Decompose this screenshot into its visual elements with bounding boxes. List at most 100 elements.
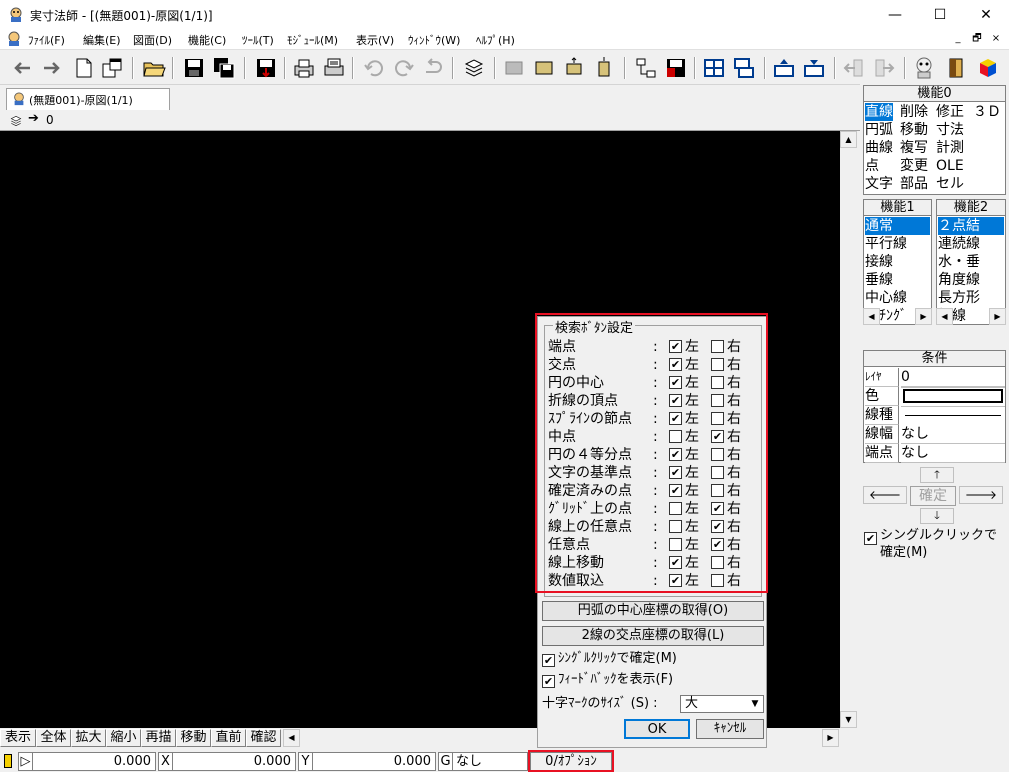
menu-help[interactable]: ﾍﾙﾌﾟ(H) — [476, 32, 515, 48]
left-button-checkbox[interactable]: ✔ — [669, 376, 682, 389]
confirm-button[interactable]: 確定 — [910, 486, 956, 506]
func2-item[interactable]: 連続線 — [938, 235, 1004, 253]
new-window-icon[interactable] — [100, 56, 124, 80]
close-button[interactable]: ✕ — [963, 0, 1009, 30]
func2-scroll-right-icon[interactable]: ▶ — [989, 308, 1006, 325]
minimize-button[interactable]: — — [872, 0, 918, 30]
view-zoom-in-button[interactable]: 拡大 — [71, 729, 106, 747]
mdi-close-button[interactable]: × — [988, 32, 1004, 47]
helper-character-icon[interactable] — [912, 56, 936, 80]
export-icon[interactable] — [254, 56, 278, 80]
right-button-checkbox[interactable] — [711, 358, 724, 371]
vertical-scrollbar[interactable]: ▲ ▼ — [840, 131, 857, 728]
function0-item[interactable]: 文字 — [865, 175, 893, 193]
hscroll-right-icon[interactable]: ▶ — [822, 729, 839, 747]
repeat-icon[interactable] — [422, 56, 446, 80]
scroll-up-icon[interactable]: ▲ — [840, 131, 857, 148]
menu-tool[interactable]: ﾂｰﾙ(T) — [242, 32, 274, 48]
left-button-checkbox[interactable] — [669, 430, 682, 443]
move-up-icon[interactable] — [772, 56, 796, 80]
condition-value[interactable]: 0 — [901, 368, 1005, 387]
move-down-icon[interactable] — [802, 56, 826, 80]
left-button-checkbox[interactable]: ✔ — [669, 340, 682, 353]
func2-item[interactable]: 長方形 — [938, 289, 1004, 307]
single-click-option-checkbox[interactable]: ✔ — [542, 654, 555, 667]
left-button-checkbox[interactable]: ✔ — [669, 412, 682, 425]
layers-icon[interactable] — [8, 114, 24, 131]
export-arrow-icon[interactable] — [872, 56, 896, 80]
maximize-button[interactable]: ☐ — [917, 0, 963, 30]
right-button-checkbox[interactable]: ✔ — [711, 430, 724, 443]
sheet-icon[interactable] — [532, 56, 556, 80]
linetype-value[interactable] — [901, 406, 1005, 416]
view-check-button[interactable]: 確認 — [246, 729, 281, 747]
forward-arrow-icon[interactable] — [40, 56, 64, 80]
undo-icon[interactable] — [362, 56, 386, 80]
menu-module[interactable]: ﾓｼﾞｭｰﾙ(M) — [287, 32, 338, 48]
view-all-button[interactable]: 全体 — [36, 729, 71, 747]
sheet-expand-icon[interactable] — [562, 56, 586, 80]
function0-item[interactable]: 寸法 — [936, 121, 964, 139]
left-button-checkbox[interactable]: ✔ — [669, 574, 682, 587]
menu-window[interactable]: ｳｨﾝﾄﾞｳ(W) — [408, 32, 460, 48]
arrow-right-button[interactable]: 🡒 — [959, 486, 1003, 504]
cross-size-select[interactable]: 大 ▼ — [680, 695, 764, 713]
left-button-checkbox[interactable]: ✔ — [669, 394, 682, 407]
func2-item[interactable]: 水・垂 — [938, 253, 1004, 271]
function0-item[interactable]: 円弧 — [865, 121, 893, 139]
3d-cube-icon[interactable] — [976, 56, 1000, 80]
save-all-icon[interactable] — [212, 56, 236, 80]
single-click-checkbox[interactable]: ✔ — [864, 532, 877, 545]
function0-item[interactable]: 複写 — [900, 139, 928, 157]
right-button-checkbox[interactable] — [711, 484, 724, 497]
arrow-left-button[interactable]: 🡐 — [863, 486, 907, 504]
ok-button[interactable]: OK — [624, 719, 690, 739]
hscroll-left-icon[interactable]: ◀ — [283, 729, 300, 747]
menu-function[interactable]: 機能(C) — [188, 32, 226, 48]
func2-item[interactable]: ２点結 — [938, 217, 1004, 235]
gray-box-icon[interactable] — [502, 56, 526, 80]
import-icon[interactable] — [842, 56, 866, 80]
print-icon[interactable] — [292, 56, 316, 80]
grid-window-icon[interactable] — [702, 56, 726, 80]
function0-item[interactable]: 曲線 — [865, 139, 893, 157]
cancel-button[interactable]: ｷｬﾝｾﾙ — [696, 719, 764, 739]
function0-item[interactable]: 修正 — [936, 103, 964, 121]
function0-item[interactable]: 計測 — [936, 139, 964, 157]
option-field[interactable]: 0/ｵﾌﾟｼｮﾝ — [530, 752, 612, 771]
right-button-checkbox[interactable]: ✔ — [711, 538, 724, 551]
chevron-down-icon[interactable]: ▼ — [747, 696, 763, 712]
function0-item[interactable]: 部品 — [900, 175, 928, 193]
mdi-restore-button[interactable]: 🗗 — [969, 32, 985, 47]
left-button-checkbox[interactable] — [669, 520, 682, 533]
sheet-vertical-icon[interactable] — [592, 56, 616, 80]
function0-item[interactable]: OLE — [936, 157, 964, 175]
function0-item[interactable]: セル — [936, 175, 964, 193]
func2-item[interactable]: 角度線 — [938, 271, 1004, 289]
arc-center-button[interactable]: 円弧の中心座標の取得(O) — [542, 601, 764, 621]
left-button-checkbox[interactable]: ✔ — [669, 448, 682, 461]
right-button-checkbox[interactable] — [711, 340, 724, 353]
func1-item[interactable]: 垂線 — [865, 271, 930, 289]
exit-door-icon[interactable] — [944, 56, 968, 80]
right-button-checkbox[interactable] — [711, 574, 724, 587]
single-click-option[interactable]: ✔ ｼﾝｸﾞﾙｸﾘｯｸで確定(M) — [542, 651, 677, 667]
func1-scroll-right-icon[interactable]: ▶ — [915, 308, 932, 325]
view-pan-button[interactable]: 移動 — [176, 729, 211, 747]
function0-item[interactable]: 変更 — [900, 157, 928, 175]
right-button-checkbox[interactable] — [711, 394, 724, 407]
tile-window-icon[interactable] — [732, 56, 756, 80]
left-button-checkbox[interactable] — [669, 538, 682, 551]
condition-value[interactable]: なし — [901, 444, 1005, 463]
right-button-checkbox[interactable] — [711, 412, 724, 425]
menu-drawing[interactable]: 図面(D) — [133, 32, 172, 48]
structure-icon[interactable] — [634, 56, 658, 80]
menu-edit[interactable]: 編集(E) — [83, 32, 121, 48]
function0-item[interactable]: 移動 — [900, 121, 928, 139]
print-preview-icon[interactable] — [322, 56, 346, 80]
right-button-checkbox[interactable] — [711, 556, 724, 569]
new-file-icon[interactable] — [72, 56, 96, 80]
layers-icon[interactable] — [462, 56, 486, 80]
left-button-checkbox[interactable]: ✔ — [669, 556, 682, 569]
feedback-option[interactable]: ✔ ﾌｨｰﾄﾞﾊﾞｯｸを表示(F) — [542, 672, 673, 688]
